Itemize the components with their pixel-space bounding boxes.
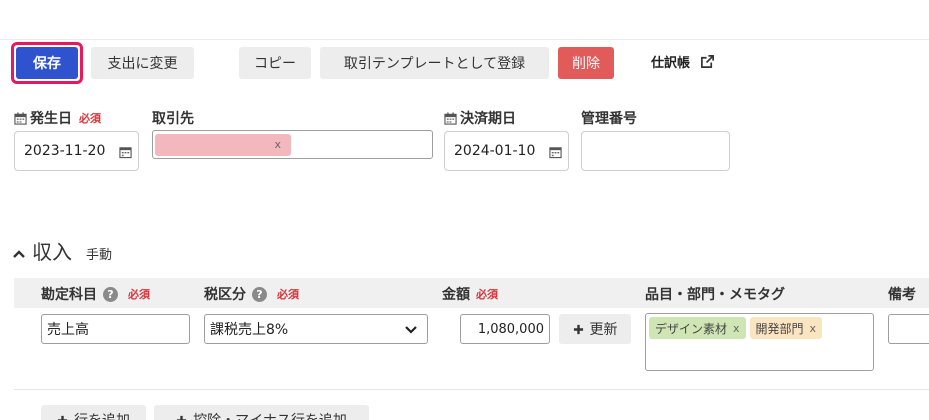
tax-required-badge: 必須 [277, 288, 299, 301]
help-icon[interactable]: ? [252, 286, 267, 302]
settlement-date-label: 決済期日 [460, 111, 516, 127]
journal-link-label: 仕訳帳 [651, 56, 691, 71]
add-deduction-row-button[interactable]: 控除・マイナス行を追加 [154, 405, 369, 420]
column-header-account: 勘定科目 ? 必須 [41, 284, 150, 304]
tax-value: 課税売上8% [210, 322, 289, 338]
settlement-date-label-group: 決済期日 [444, 108, 516, 128]
column-header-items: 品目・部門・メモタグ [645, 287, 785, 303]
delete-button[interactable]: 削除 [558, 47, 614, 79]
update-button-label: 更新 [589, 321, 618, 337]
chevron-down-icon [405, 326, 417, 334]
issue-date-label: 発生日 [30, 111, 72, 127]
account-value: 売上高 [47, 322, 89, 338]
amount-required-badge: 必須 [476, 288, 498, 301]
management-number-input[interactable] [581, 131, 730, 171]
partner-label: 取引先 [152, 111, 194, 127]
change-to-expense-button[interactable]: 支出に変更 [91, 47, 194, 79]
issue-date-required-badge: 必須 [79, 112, 101, 125]
column-header-tax: 税区分 ? 必須 [204, 284, 299, 304]
tag-label: デザイン素材 [655, 321, 728, 336]
tags-field[interactable]: デザイン素材 x 開発部門 x [645, 313, 874, 371]
settlement-date-input[interactable]: 2024-01-10 [444, 131, 569, 171]
amount-input[interactable]: 1,080,000 [460, 314, 550, 344]
tag-chip[interactable]: デザイン素材 x [649, 317, 746, 339]
column-header-remarks: 備考 [888, 287, 916, 303]
amount-header-label: 金額 [442, 287, 470, 303]
partner-field[interactable]: x [152, 130, 433, 159]
row-divider [14, 389, 929, 390]
add-deduction-row-label: 控除・マイナス行を追加 [193, 412, 347, 420]
save-button[interactable]: 保存 [16, 47, 78, 79]
calendar-picker-icon[interactable] [549, 145, 562, 159]
column-header-amount: 金額 必須 [442, 284, 498, 304]
tag-chip[interactable]: 開発部門 x [749, 317, 823, 339]
income-section-header[interactable]: 収入 手動 [12, 236, 112, 265]
tag-remove[interactable]: x [733, 322, 740, 335]
journal-link[interactable]: 仕訳帳 [651, 52, 715, 71]
remarks-input[interactable] [888, 314, 929, 344]
issue-date-input[interactable]: 2023-11-20 [14, 131, 139, 171]
tax-select[interactable]: 課税売上8% [204, 314, 428, 344]
calendar-picker-icon[interactable] [119, 145, 132, 159]
plus-icon [177, 415, 187, 420]
account-required-badge: 必須 [128, 288, 150, 301]
section-mode-label: 手動 [86, 248, 113, 263]
tax-header-label: 税区分 [204, 287, 246, 303]
copy-button[interactable]: コピー [239, 47, 311, 79]
amount-value: 1,080,000 [477, 321, 544, 337]
tag-remove[interactable]: x [810, 322, 817, 335]
calendar-icon [14, 111, 27, 125]
top-divider [0, 39, 929, 40]
management-number-label: 管理番号 [581, 111, 637, 127]
account-input[interactable]: 売上高 [41, 314, 190, 344]
help-icon[interactable]: ? [103, 286, 118, 302]
plus-icon [57, 415, 68, 420]
issue-date-value: 2023-11-20 [24, 143, 106, 159]
settlement-date-value: 2024-01-10 [454, 143, 536, 159]
add-row-label: 行を追加 [74, 412, 130, 420]
plus-icon [573, 324, 583, 334]
external-link-icon [701, 55, 714, 68]
issue-date-label-group: 発生日 必須 [14, 108, 101, 128]
calendar-icon [444, 111, 457, 125]
chevron-up-icon[interactable] [12, 249, 26, 259]
partner-tag[interactable]: x [155, 133, 291, 156]
section-title: 収入 [32, 240, 72, 264]
account-header-label: 勘定科目 [41, 287, 97, 303]
update-button[interactable]: 更新 [559, 314, 631, 344]
add-row-button[interactable]: 行を追加 [41, 405, 146, 420]
tag-label: 開発部門 [755, 321, 804, 336]
register-template-button[interactable]: 取引テンプレートとして登録 [320, 47, 549, 79]
partner-tag-remove[interactable]: x [274, 138, 281, 151]
